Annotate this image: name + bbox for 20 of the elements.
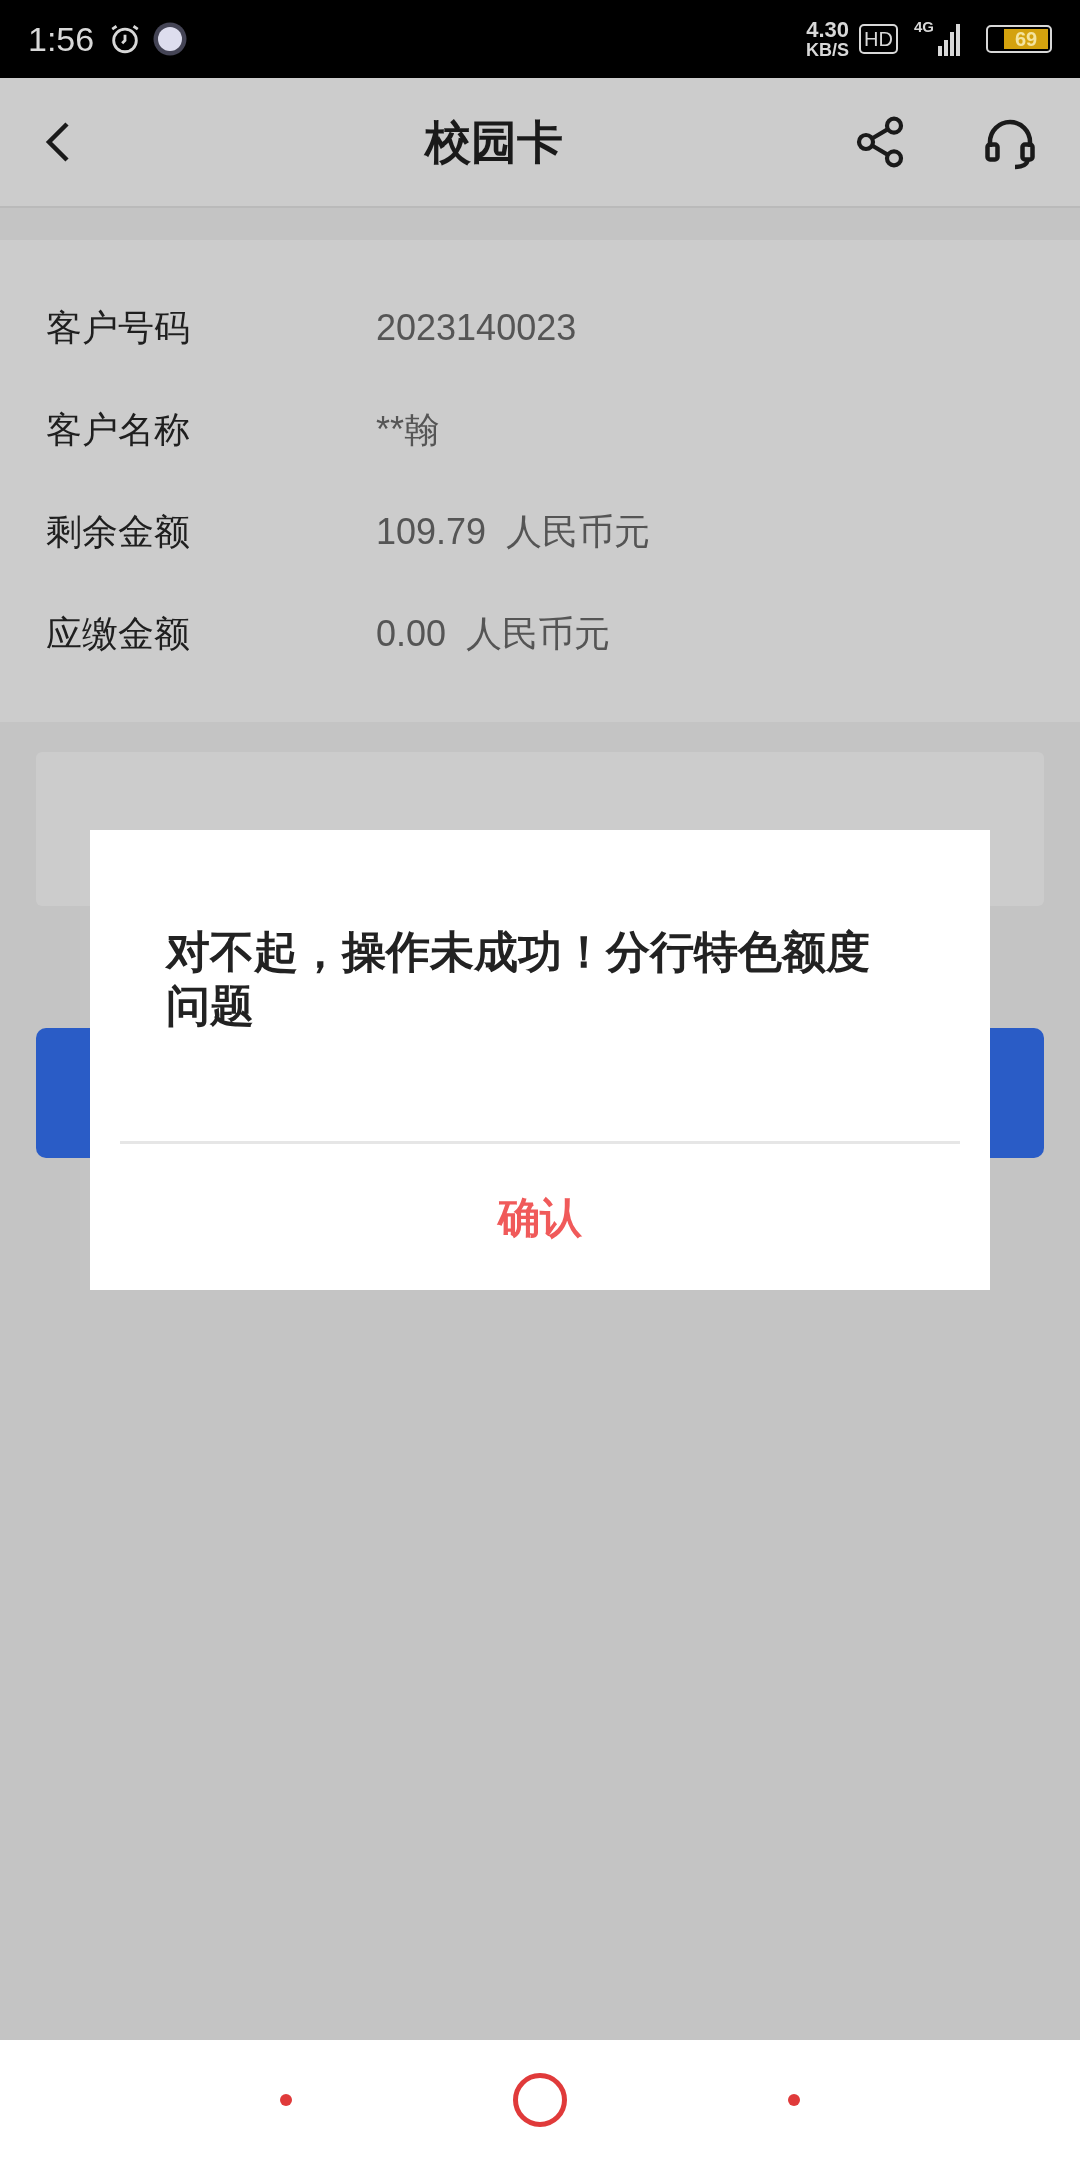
- dialog-message: 对不起，操作未成功！分行特色额度问题: [166, 926, 871, 1032]
- speed-unit: KB/S: [806, 41, 850, 59]
- app-notification-icon: [152, 21, 189, 57]
- field-value: 0.00 人民币元: [376, 612, 611, 656]
- field-label: 客户名称: [46, 408, 191, 452]
- network-type: 4G: [914, 17, 934, 37]
- field-label: 客户号码: [46, 306, 191, 350]
- page-title: 校园卡: [423, 114, 564, 170]
- network-speed: 4.30: [806, 19, 849, 41]
- field-label: 应缴金额: [46, 612, 191, 656]
- field-value: **翰: [376, 408, 441, 452]
- field-value: 109.79 人民币元: [376, 510, 651, 554]
- field-label: 剩余金额: [46, 510, 191, 554]
- confirm-button[interactable]: 确认: [90, 1144, 990, 1290]
- field-value: 2023140023: [376, 306, 577, 350]
- signal-icon: [936, 22, 962, 56]
- home-ring[interactable]: [513, 2073, 567, 2127]
- status-time: 1:56: [28, 18, 95, 60]
- battery-level: 69: [1004, 29, 1048, 49]
- hd-badge: HD: [859, 24, 898, 54]
